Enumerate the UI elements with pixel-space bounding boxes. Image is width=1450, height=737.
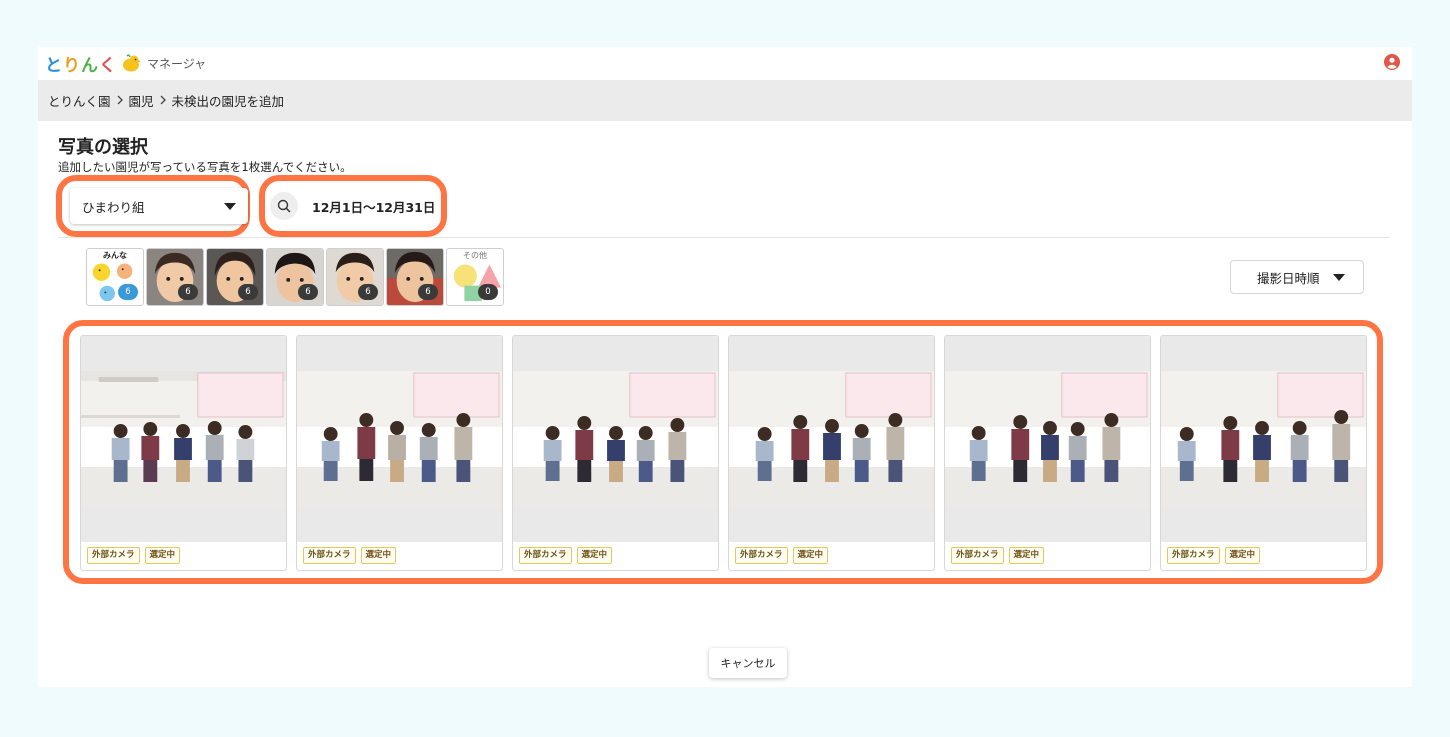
- photo-frame: [81, 336, 286, 542]
- tag-external-camera: 外部カメラ: [519, 547, 572, 564]
- face-thumb-count: 6: [298, 284, 318, 300]
- tag-external-camera: 外部カメラ: [87, 547, 140, 564]
- chevron-right-icon: [116, 93, 124, 108]
- photo-frame: [297, 336, 502, 542]
- cancel-button[interactable]: キャンセル: [709, 648, 787, 678]
- face-thumb-all[interactable]: みんな 6: [86, 248, 144, 306]
- page-subtitle: 追加したい園児が写っている写真を1枚選んでください。: [58, 160, 352, 174]
- tag-external-camera: 外部カメラ: [303, 547, 356, 564]
- logo-char: ん: [81, 55, 99, 76]
- face-thumb[interactable]: 6: [206, 248, 264, 306]
- breadcrumb: とりんく園 園児 未検出の園児を追加: [38, 80, 1412, 121]
- tag-external-camera: 外部カメラ: [1167, 547, 1220, 564]
- divider: [58, 237, 1390, 238]
- photo-card[interactable]: 外部カメラ 選定中: [296, 335, 503, 571]
- sort-select[interactable]: 撮影日時順: [1230, 260, 1364, 294]
- tag-selecting: 選定中: [360, 547, 397, 564]
- class-select-value: ひまわり組: [82, 199, 145, 215]
- logo-subtitle: マネージャ: [147, 56, 207, 71]
- chick-icon: [121, 54, 141, 72]
- sort-select-value: 撮影日時順: [1257, 270, 1320, 286]
- user-account-icon[interactable]: [1384, 54, 1400, 70]
- caret-down-icon: [224, 202, 236, 210]
- photo-tags: 外部カメラ 選定中: [735, 547, 829, 564]
- face-thumb-count: 6: [418, 284, 438, 300]
- photo-grid: 外部カメラ 選定中 外部カメラ 選定中 外部カメラ 選定中 外部カメラ 選定中 …: [80, 335, 1367, 571]
- class-select[interactable]: ひまわり組: [70, 188, 248, 224]
- face-filter-list: みんな 6 6 6 6 6 6 その他 0: [86, 248, 504, 306]
- caret-down-icon: [1333, 273, 1345, 281]
- photo-frame: [729, 336, 934, 542]
- face-thumb-count: 6: [178, 284, 198, 300]
- photo-tags: 外部カメラ 選定中: [1167, 547, 1261, 564]
- photo-frame: [513, 336, 718, 542]
- photo-card[interactable]: 外部カメラ 選定中: [512, 335, 719, 571]
- face-thumb-label: その他: [463, 251, 487, 260]
- face-thumb-count: 6: [118, 284, 138, 300]
- chevron-right-icon: [159, 93, 167, 108]
- face-thumb-count: 6: [358, 284, 378, 300]
- face-thumb-count: 6: [238, 284, 258, 300]
- photo-card[interactable]: 外部カメラ 選定中: [944, 335, 1151, 571]
- tag-selecting: 選定中: [1008, 547, 1045, 564]
- tag-selecting: 選定中: [144, 547, 181, 564]
- photo-frame: [945, 336, 1150, 542]
- top-bar: とりんく マネージャ: [38, 47, 1412, 80]
- classroom-photo: [729, 371, 934, 508]
- tag-selecting: 選定中: [1224, 547, 1261, 564]
- page-title: 写真の選択: [58, 137, 148, 158]
- breadcrumb-item[interactable]: とりんく園: [48, 91, 111, 110]
- date-range-value: 12月1日〜12月31日: [312, 199, 436, 215]
- breadcrumb-item[interactable]: 園児: [129, 91, 154, 110]
- face-thumb-other[interactable]: その他 0: [446, 248, 504, 306]
- photo-card[interactable]: 外部カメラ 選定中: [80, 335, 287, 571]
- tag-external-camera: 外部カメラ: [735, 547, 788, 564]
- photo-tags: 外部カメラ 選定中: [519, 547, 613, 564]
- logo-char: く: [99, 55, 117, 76]
- classroom-photo: [81, 371, 286, 508]
- face-thumb-label: みんな: [103, 251, 127, 260]
- photo-frame: [1161, 336, 1366, 542]
- tag-external-camera: 外部カメラ: [951, 547, 1004, 564]
- face-thumb[interactable]: 6: [146, 248, 204, 306]
- logo-char: り: [63, 55, 81, 76]
- date-range-filter[interactable]: 12月1日〜12月31日: [270, 188, 442, 224]
- classroom-photo: [513, 371, 718, 508]
- app-window: とりんく マネージャ とりんく園 園児 未検出の園児を追加 写真の選択 追加した…: [38, 47, 1412, 687]
- face-thumb[interactable]: 6: [386, 248, 444, 306]
- face-thumb[interactable]: 6: [326, 248, 384, 306]
- classroom-photo: [945, 371, 1150, 508]
- face-thumb[interactable]: 6: [266, 248, 324, 306]
- tag-selecting: 選定中: [792, 547, 829, 564]
- classroom-photo: [297, 371, 502, 508]
- photo-tags: 外部カメラ 選定中: [303, 547, 397, 564]
- classroom-photo: [1161, 371, 1366, 508]
- tag-selecting: 選定中: [576, 547, 613, 564]
- photo-card[interactable]: 外部カメラ 選定中: [1160, 335, 1367, 571]
- photo-tags: 外部カメラ 選定中: [87, 547, 181, 564]
- face-thumb-count: 0: [478, 284, 498, 300]
- logo-text: とりんく: [45, 51, 117, 76]
- search-icon[interactable]: [270, 192, 298, 220]
- photo-card[interactable]: 外部カメラ 選定中: [728, 335, 935, 571]
- photo-tags: 外部カメラ 選定中: [951, 547, 1045, 564]
- logo-char: と: [45, 55, 63, 76]
- app-logo[interactable]: とりんく マネージャ: [45, 51, 207, 76]
- breadcrumb-current: 未検出の園児を追加: [171, 94, 285, 109]
